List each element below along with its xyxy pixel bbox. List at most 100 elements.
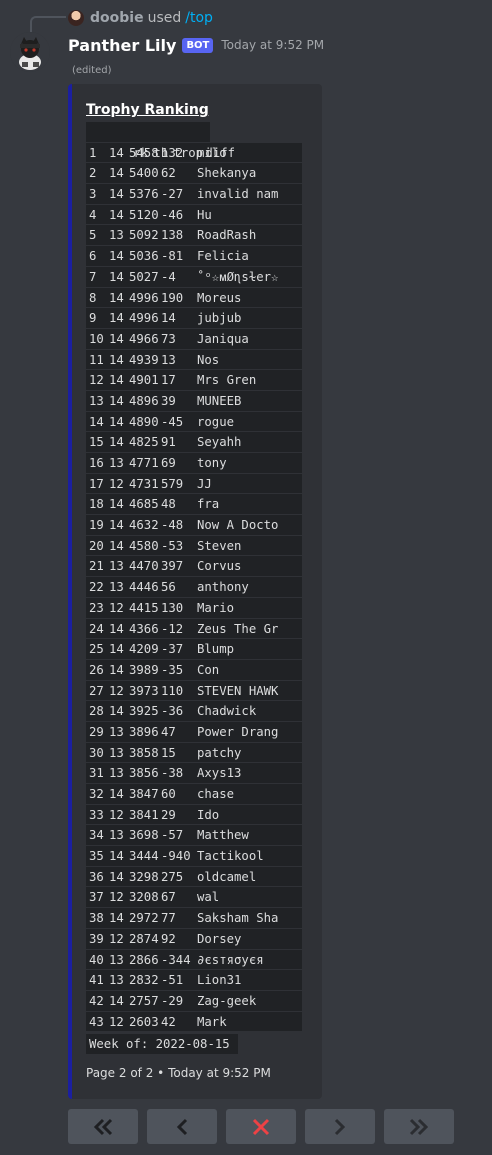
table-row: 4 14 5120 -46 Hu	[86, 204, 302, 226]
cell-trophies: 2874	[129, 931, 159, 946]
cell-townhall: 13	[109, 559, 124, 574]
chevron-right-icon	[334, 1118, 346, 1135]
cell-diff: 42	[161, 1014, 176, 1029]
cell-diff: 39	[161, 393, 176, 408]
cell-rank: 26	[89, 662, 104, 677]
table-row: 11 14 4939 13 Nos	[86, 349, 302, 371]
cell-diff: 190	[161, 290, 184, 305]
cell-trophies: 4209	[129, 642, 159, 657]
cell-player-name: Zeus The Gr	[197, 621, 279, 636]
cell-townhall: 13	[109, 228, 124, 243]
table-row: 16 13 4771 69 tony	[86, 453, 302, 474]
bot-badge: BOT	[182, 37, 214, 53]
cell-townhall: 14	[109, 145, 124, 160]
cell-trophies: 2972	[129, 911, 159, 926]
cell-player-name: anthony	[197, 580, 249, 595]
cell-player-name: Mario	[197, 600, 235, 615]
cell-townhall: 12	[109, 683, 124, 698]
cell-rank: 17	[89, 476, 104, 491]
table-row: 20 14 4580 -53 Steven	[86, 535, 302, 557]
cell-player-name: Now A Docto	[197, 518, 279, 533]
cell-trophies: 3973	[129, 683, 159, 698]
cell-player-name: Steven	[197, 538, 242, 553]
cell-townhall: 12	[109, 931, 124, 946]
cell-diff: -57	[161, 828, 184, 843]
cell-diff: -45	[161, 414, 184, 429]
cell-player-name: invalid nam	[197, 187, 279, 202]
cell-diff: 15	[161, 745, 176, 760]
bot-username[interactable]: Panther Lily	[68, 36, 176, 55]
cell-diff: 91	[161, 435, 176, 450]
close-button[interactable]	[226, 1109, 296, 1144]
table-row: 39 12 2874 92 Dorsey	[86, 928, 302, 950]
last-page-button[interactable]	[384, 1109, 454, 1144]
cell-player-name: patchy	[197, 745, 242, 760]
table-row: 5 13 5092 138 RoadRash	[86, 225, 302, 247]
cell-rank: 6	[89, 249, 97, 264]
cell-player-name: Axys13	[197, 766, 242, 781]
cell-player-name: Lion31	[197, 973, 242, 988]
cell-diff: -12	[161, 621, 184, 636]
cell-diff: -27	[161, 187, 184, 202]
table-row: 2 14 5400 62 Shekanya	[86, 163, 302, 185]
cell-player-name: Chadwick	[197, 704, 257, 719]
next-page-button[interactable]	[305, 1109, 375, 1144]
reply-command[interactable]: /top	[185, 10, 213, 26]
message-timestamp[interactable]: Today at 9:52 PM	[221, 38, 324, 52]
table-row: 26 14 3989 -35 Con	[86, 659, 302, 681]
cell-townhall: 14	[109, 518, 124, 533]
cell-townhall: 14	[109, 787, 124, 801]
cell-diff: -48	[161, 518, 184, 533]
cell-trophies: 4470	[129, 559, 159, 574]
cell-player-name: Matthew	[197, 828, 249, 843]
cell-rank: 43	[89, 1014, 104, 1029]
table-row: 35 14 3444 -940 Tactikool	[86, 846, 302, 867]
cell-player-name: chase	[197, 787, 235, 801]
cell-rank: 20	[89, 538, 104, 553]
cell-townhall: 14	[109, 849, 124, 864]
first-page-button[interactable]	[68, 1109, 138, 1144]
reply-username[interactable]: doobie	[90, 10, 144, 26]
close-icon	[252, 1118, 270, 1135]
cell-player-name: jubjub	[197, 311, 242, 326]
cell-rank: 41	[89, 973, 104, 988]
cell-townhall: 14	[109, 393, 124, 408]
cell-rank: 27	[89, 683, 104, 698]
reply-avatar[interactable]	[68, 10, 84, 26]
cell-player-name: Mrs Gren	[197, 373, 257, 388]
table-row: 1 14 5458 132 milo	[86, 142, 302, 164]
cell-rank: 10	[89, 331, 104, 346]
double-chevron-left-icon	[93, 1118, 113, 1135]
cell-diff: -36	[161, 704, 184, 719]
table-row: 13 14 4896 39 MUNEEB	[86, 390, 302, 412]
cell-townhall: 14	[109, 662, 124, 677]
table-row: 30 13 3858 15 patchy	[86, 742, 302, 764]
cell-trophies: 4632	[129, 518, 159, 533]
cell-trophies: 4731	[129, 476, 159, 491]
cell-diff: 110	[161, 683, 184, 698]
table-row: 3 14 5376 -27 invalid nam	[86, 184, 302, 205]
cell-trophies: 3298	[129, 869, 159, 884]
table-row: 9 14 4996 14 jubjub	[86, 308, 302, 329]
cell-diff: 60	[161, 787, 176, 801]
cell-townhall: 14	[109, 373, 124, 388]
cell-diff: 67	[161, 890, 176, 905]
previous-page-button[interactable]	[147, 1109, 217, 1144]
week-label: Week of: 2022-08-15	[86, 1034, 238, 1055]
cell-diff: -35	[161, 662, 184, 677]
cell-rank: 14	[89, 414, 104, 429]
bot-avatar[interactable]	[10, 32, 50, 72]
table-row: 24 14 4366 -12 Zeus The Gr	[86, 618, 302, 640]
cell-townhall: 14	[109, 869, 124, 884]
cell-townhall: 13	[109, 745, 124, 760]
reply-context[interactable]: doobie used /top	[68, 8, 213, 28]
cell-diff: 14	[161, 311, 176, 326]
double-chevron-right-icon	[409, 1118, 429, 1135]
ranking-header-row: rkthtropdiff	[86, 122, 235, 160]
footer-separator: •	[157, 1066, 165, 1080]
cell-diff: 579	[161, 476, 184, 491]
panther-avatar-icon	[10, 32, 50, 72]
cell-player-name: oldcamel	[197, 869, 257, 884]
cell-player-name: Power Drang	[197, 724, 279, 739]
table-row: 6 14 5036 -81 Felicia	[86, 246, 302, 267]
